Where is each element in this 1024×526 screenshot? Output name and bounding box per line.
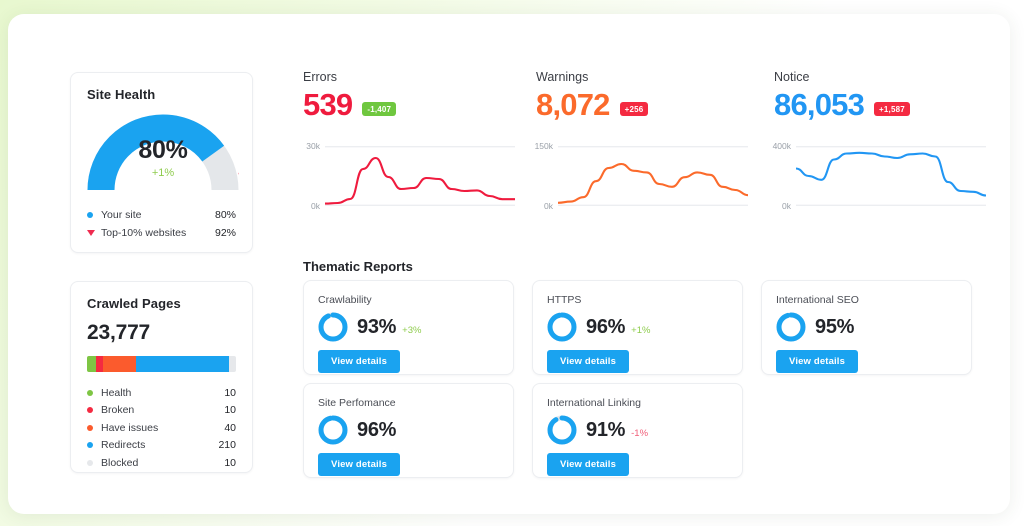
status-dot-icon bbox=[87, 442, 93, 449]
breakdown-row: Blocked 10 bbox=[87, 454, 236, 472]
kpi-value: 8,072 bbox=[536, 87, 610, 122]
axis-tick-bottom: 0k bbox=[311, 201, 320, 212]
thematic-card-title: International Linking bbox=[547, 397, 641, 409]
breakdown-label: Have issues bbox=[101, 421, 159, 434]
breakdown-row: Broken 10 bbox=[87, 402, 236, 420]
progress-ring-icon bbox=[318, 312, 348, 342]
stack-segment bbox=[87, 356, 96, 372]
view-details-button[interactable]: View details bbox=[318, 453, 401, 476]
crawled-pages-card: Crawled Pages 23,777 Health 10 Broken 10 Hav… bbox=[70, 281, 253, 473]
progress-ring-icon bbox=[547, 415, 577, 445]
crawled-pages-title: Crawled Pages bbox=[87, 296, 181, 311]
progress-ring-icon bbox=[547, 312, 577, 342]
breakdown-row: Health 10 bbox=[87, 384, 236, 402]
thematic-card-international-linking: International Linking 91% -1% View details bbox=[532, 383, 743, 478]
breakdown-label: Broken bbox=[101, 404, 135, 417]
kpi-card-notice: Notice 86,053 +1,587 400k 0k bbox=[772, 70, 986, 230]
dot-blue-icon bbox=[87, 212, 101, 218]
kpi-value: 539 bbox=[303, 87, 353, 122]
crawled-pages-stacked-bar bbox=[87, 356, 236, 372]
breakdown-value: 40 bbox=[224, 421, 236, 434]
kpi-title: Errors bbox=[303, 70, 338, 84]
thematic-card-delta: +1% bbox=[631, 324, 651, 336]
thematic-card-delta: +3% bbox=[402, 324, 422, 336]
axis-tick-top: 30k bbox=[306, 141, 320, 152]
breakdown-label: Blocked bbox=[101, 456, 139, 469]
crawled-pages-total: 23,777 bbox=[87, 321, 151, 344]
legend-label: Top-10% websites bbox=[101, 227, 187, 239]
axis-tick-top: 150k bbox=[534, 141, 553, 152]
breakdown-value: 10 bbox=[224, 404, 236, 417]
status-dot-icon bbox=[87, 459, 93, 466]
thematic-card-value: 96% bbox=[357, 418, 397, 441]
kpi-value: 86,053 bbox=[774, 87, 865, 122]
progress-ring-icon bbox=[776, 312, 806, 342]
gauge-readout: 80% +1% bbox=[87, 136, 239, 180]
site-health-legend: Your site 80% Top-10% websites 92% bbox=[87, 206, 236, 242]
breakdown-value: 210 bbox=[218, 439, 236, 452]
status-dot-icon bbox=[87, 389, 93, 396]
thematic-card-international-seo: International SEO 95% View details bbox=[761, 280, 972, 375]
triangle-red-icon bbox=[87, 230, 101, 236]
axis-tick-top: 400k bbox=[772, 141, 791, 152]
legend-item-top-10: Top-10% websites 92% bbox=[87, 224, 236, 242]
thematic-card-delta: -1% bbox=[631, 427, 649, 439]
breakdown-label: Health bbox=[101, 386, 132, 399]
kpi-delta-badge: -1,407 bbox=[362, 102, 397, 117]
stack-segment bbox=[95, 356, 104, 372]
view-details-button[interactable]: View details bbox=[547, 453, 630, 476]
gauge-value: 80% bbox=[138, 136, 188, 164]
thematic-card-value: 93% bbox=[357, 315, 397, 338]
stack-segment bbox=[103, 356, 137, 372]
thematic-card-https: HTTPS 96% +1% View details bbox=[532, 280, 743, 375]
legend-item-your-site: Your site 80% bbox=[87, 206, 236, 224]
progress-ring-icon bbox=[318, 415, 348, 445]
sparkline-svg bbox=[796, 146, 986, 206]
kpi-delta-badge: +256 bbox=[619, 102, 649, 117]
kpi-title: Warnings bbox=[536, 70, 589, 84]
site-health-card: Site Health 80% +1% Your site 80% Top-10… bbox=[70, 72, 253, 253]
status-dot-icon bbox=[87, 407, 93, 414]
thematic-card-value: 91% bbox=[586, 418, 626, 441]
breakdown-row: Redirects 210 bbox=[87, 437, 236, 455]
legend-label: Your site bbox=[101, 209, 142, 221]
axis-tick-bottom: 0k bbox=[544, 201, 553, 212]
kpi-card-warnings: Warnings 8,072 +256 150k 0k bbox=[534, 70, 748, 230]
breakdown-row: Have issues 40 bbox=[87, 419, 236, 437]
legend-value: 80% bbox=[214, 209, 236, 221]
breakdown-label: Redirects bbox=[101, 439, 146, 452]
kpi-sparkline-notice: 400k 0k bbox=[772, 138, 986, 216]
thematic-card-title: Crawlability bbox=[318, 294, 372, 306]
thematic-card-title: HTTPS bbox=[547, 294, 582, 306]
breakdown-value: 10 bbox=[224, 386, 236, 399]
axis-tick-bottom: 0k bbox=[782, 201, 791, 212]
thematic-card-crawlability: Crawlability 93% +3% View details bbox=[303, 280, 514, 375]
gauge-delta: +1% bbox=[151, 167, 175, 179]
thematic-card-title: Site Perfomance bbox=[318, 397, 396, 409]
sparkline-svg bbox=[558, 146, 748, 206]
kpi-sparkline-warnings: 150k 0k bbox=[534, 138, 748, 216]
thematic-card-title: International SEO bbox=[776, 294, 859, 306]
view-details-button[interactable]: View details bbox=[318, 350, 401, 373]
stack-segment bbox=[228, 356, 236, 372]
thematic-card-site-perfomance: Site Perfomance 96% View details bbox=[303, 383, 514, 478]
kpi-sparkline-errors: 30k 0k bbox=[303, 138, 515, 216]
view-details-button[interactable]: View details bbox=[776, 350, 859, 373]
dashboard-panel: Site Health 80% +1% Your site 80% Top-10… bbox=[8, 14, 1010, 514]
site-health-gauge: 80% +1% bbox=[87, 110, 239, 194]
kpi-delta-badge: +1,587 bbox=[874, 102, 910, 117]
thematic-reports-title: Thematic Reports bbox=[303, 259, 413, 274]
stack-segment bbox=[136, 356, 229, 372]
legend-value: 92% bbox=[214, 227, 236, 239]
thematic-card-value: 95% bbox=[815, 315, 855, 338]
status-dot-icon bbox=[87, 424, 93, 431]
sparkline-svg bbox=[325, 146, 515, 206]
thematic-card-value: 96% bbox=[586, 315, 626, 338]
breakdown-value: 10 bbox=[224, 456, 236, 469]
view-details-button[interactable]: View details bbox=[547, 350, 630, 373]
site-health-title: Site Health bbox=[87, 87, 156, 102]
kpi-card-errors: Errors 539 -1,407 30k 0k bbox=[303, 70, 515, 230]
kpi-title: Notice bbox=[774, 70, 810, 84]
crawled-pages-breakdown: Health 10 Broken 10 Have issues 40 Redirects 21… bbox=[87, 384, 236, 472]
